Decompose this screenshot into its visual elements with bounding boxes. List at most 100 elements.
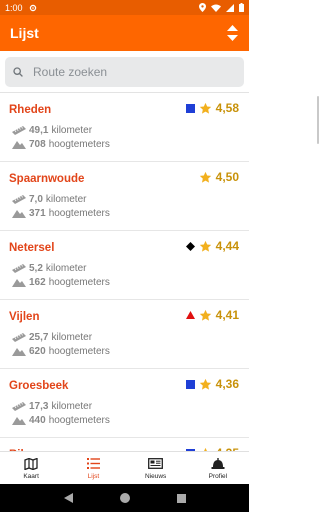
route-row[interactable]: Groesbeek 4,36 17,3 kilometer 440 hoogtemeter… [0,369,249,438]
route-distance: 5,2 kilometer [12,263,86,274]
route-elevation: 162 hoogtemeters [12,277,110,288]
distance-value: 25,7 [29,332,49,343]
search-placeholder: Route zoeken [33,65,108,79]
star-icon [199,102,211,114]
page-title: Lijst [10,25,39,41]
star-icon [199,171,211,183]
status-bar: 1:00 [0,0,249,15]
sort-button[interactable] [225,23,239,43]
route-name: Groesbeek [9,380,69,392]
nav-item-profiel[interactable]: Profiel [187,452,249,484]
distance-unit: kilometer [51,125,93,136]
route-distance: 49,1 kilometer [12,125,92,136]
route-row[interactable]: Netersel 4,44 5,2 kilometer 162 hoogtemeters [0,231,249,300]
route-rating: 4,58 [215,101,239,115]
distance-value: 17,3 [29,401,49,412]
route-meta: 4,58 [185,101,239,115]
route-distance: 17,3 kilometer [12,401,92,412]
marker-square-icon [185,379,195,389]
settings-icon [29,4,36,11]
recents-icon[interactable] [176,493,186,503]
map-icon [24,457,38,470]
elevation-value: 440 [29,415,46,426]
nav-label: Lijst [87,472,100,480]
route-name: Netersel [9,242,55,254]
ruler-icon [12,333,26,342]
star-icon [199,378,211,390]
elevation-value: 620 [29,346,46,357]
marker-triangle-icon [185,311,195,319]
elevation-unit: hoogtemeters [48,346,110,357]
news-icon [148,458,164,469]
home-icon[interactable] [119,493,130,503]
search-icon [13,67,23,77]
distance-unit: kilometer [45,263,87,274]
system-navigation [0,484,249,512]
route-name: Vijlen [9,311,40,323]
route-meta: 4,41 [185,308,239,322]
marker-diamond-icon [185,241,195,251]
route-row[interactable]: Vijlen 4,41 25,7 kilometer 620 hoogtemeters [0,300,249,369]
ruler-icon [12,195,26,204]
wifi-icon [211,4,221,12]
elevation-unit: hoogtemeters [48,208,110,219]
distance-unit: kilometer [51,332,93,343]
mountain-icon [12,348,26,356]
elevation-unit: hoogtemeters [48,139,110,150]
search-input[interactable]: Route zoeken [5,57,244,87]
route-name: Spaarnwoude [9,173,85,185]
distance-value: 49,1 [29,125,49,136]
mountain-icon [12,279,26,287]
elevation-value: 162 [29,277,46,288]
route-name: Rheden [9,104,52,116]
route-elevation: 371 hoogtemeters [12,208,110,219]
battery-icon [239,3,244,12]
nav-item-lijst[interactable]: Lijst [62,452,124,484]
profile-icon [211,457,225,469]
route-elevation: 440 hoogtemeters [12,415,110,426]
nav-label: Kaart [23,472,39,480]
app-bar: Lijst [0,15,249,51]
ruler-icon [12,126,26,135]
route-row[interactable]: Rheden 4,58 49,1 kilometer 708 hoogtemeters [0,93,249,162]
back-icon[interactable] [63,493,73,503]
route-elevation: 620 hoogtemeters [12,346,110,357]
route-meta: 4,44 [185,239,239,253]
nav-label: Profiel [208,472,228,480]
star-icon [199,240,211,252]
distance-unit: kilometer [51,401,93,412]
route-elevation: 708 hoogtemeters [12,139,110,150]
route-row[interactable]: Spaarnwoude 4,50 7,0 kilometer 371 hoogtemete… [0,162,249,231]
route-meta: 4,36 [185,377,239,391]
list-scrollbar[interactable] [317,96,319,144]
route-meta: 4,50 [199,170,239,184]
nav-label: Nieuws [144,472,167,480]
route-distance: 7,0 kilometer [12,194,86,205]
nav-item-nieuws[interactable]: Nieuws [125,452,187,484]
mountain-icon [12,417,26,425]
status-time: 1:00 [5,2,23,13]
star-icon [199,309,211,321]
nav-item-kaart[interactable]: Kaart [0,452,62,484]
route-row[interactable]: Bil4,35 [0,438,249,451]
mountain-icon [12,141,26,149]
elevation-value: 708 [29,139,46,150]
route-rating: 4,44 [215,239,239,253]
route-rating: 4,41 [215,308,239,322]
elevation-value: 371 [29,208,46,219]
search-area: Route zoeken [0,51,249,93]
route-rating: 4,50 [215,170,239,184]
list-icon [86,458,100,469]
elevation-unit: hoogtemeters [48,415,110,426]
route-rating: 4,36 [215,377,239,391]
elevation-unit: hoogtemeters [48,277,110,288]
sort-icon [226,25,238,41]
signal-icon [226,3,234,12]
ruler-icon [12,264,26,273]
distance-value: 5,2 [29,263,43,274]
bottom-navigation: Kaart Lijst Nieuws Profiel [0,451,249,484]
ruler-icon [12,402,26,411]
distance-value: 7,0 [29,194,43,205]
distance-unit: kilometer [45,194,87,205]
location-icon [199,3,206,12]
